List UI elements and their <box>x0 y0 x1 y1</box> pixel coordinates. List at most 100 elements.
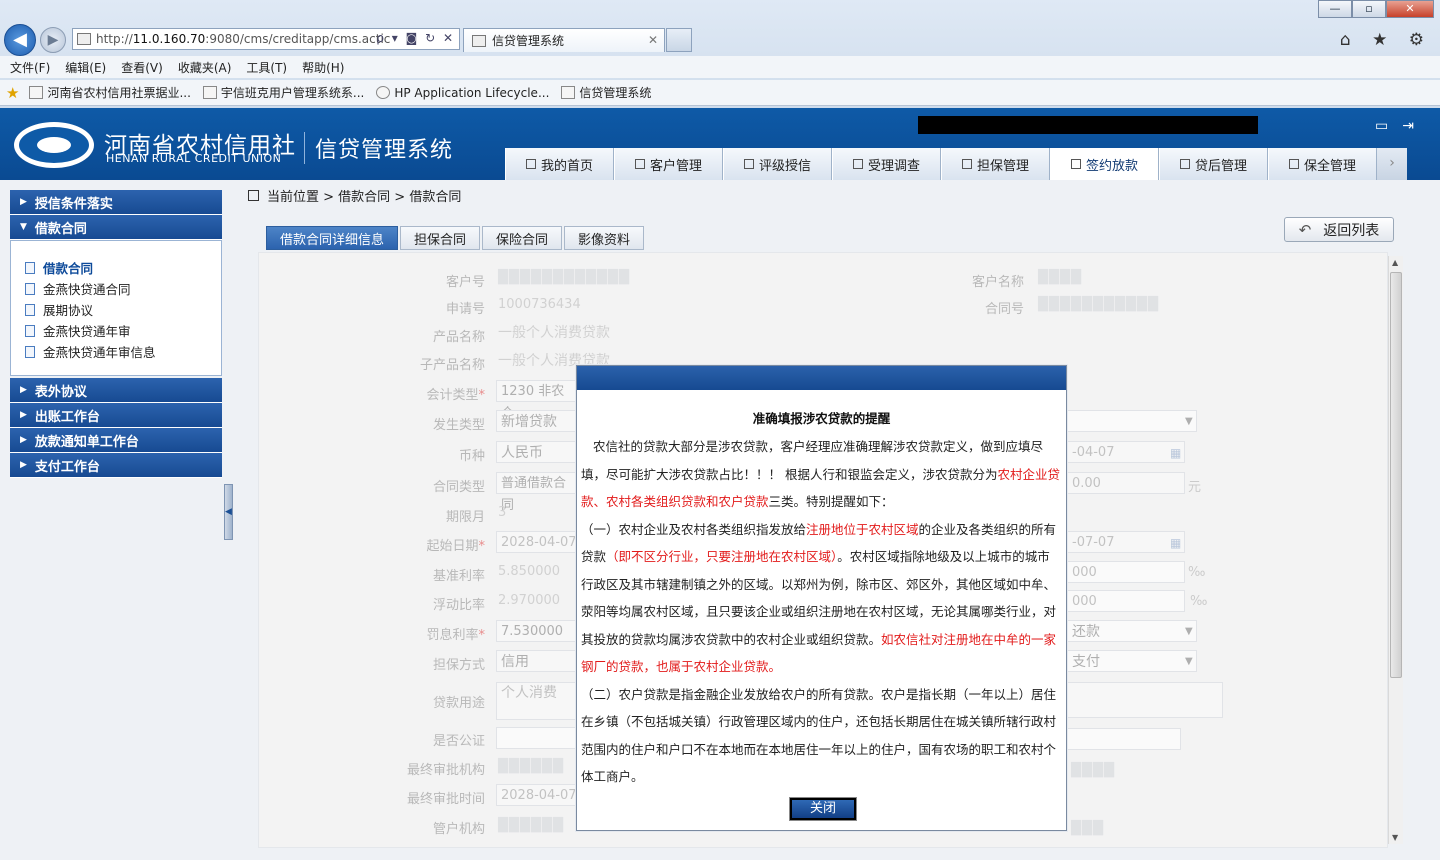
favorite-link[interactable]: HP Application Lifecycle... <box>376 86 549 100</box>
guarantee-icon <box>961 159 972 169</box>
address-bar[interactable]: http://11.0.160.70:9080/cms/creditapp/cm… <box>72 28 460 50</box>
page-icon <box>77 33 91 45</box>
text-run: 三类。特别提醒如下： <box>768 494 894 509</box>
nav-label: 客户管理 <box>649 158 702 174</box>
dialog-title-bar <box>577 366 1066 390</box>
dialog-paragraph-3: （二）农户贷款是指金融企业发放给农户的所有贷款。农户是指长期（一年以上）居住在乡… <box>581 681 1062 791</box>
reminder-dialog: 准确填报涉农贷款的提醒 农信社的贷款大部分是涉农贷款，客户经理应准确理解涉农贷款… <box>576 365 1067 831</box>
text-run: 农信社的贷款大部分是涉农贷款，客户经理应准确理解涉农贷款定义，做到应填尽填，尽可… <box>581 439 1044 482</box>
maximize-button[interactable]: ▫ <box>1352 0 1386 18</box>
nav-signing[interactable]: 签约放款 <box>1050 148 1159 180</box>
sidebar-section[interactable]: ▶ 支付工作台 <box>10 453 222 478</box>
survey-icon <box>852 159 863 169</box>
minimize-button[interactable]: — <box>1318 0 1352 18</box>
sidebar-item-annual-review-info[interactable]: 金燕快贷通年审信息 <box>25 341 221 362</box>
breadcrumb: 当前位置 > 借款合同 > 借款合同 <box>248 186 461 205</box>
favorites-star-icon[interactable]: ★ <box>6 84 19 102</box>
address-tools-icons[interactable]: ρ ▾ ◙ ↻ ✕ <box>376 31 455 45</box>
text-run: （二）农户贷款是指金融企业发放给农户的所有贷款。农户是指长期（一年以上）居住在乡… <box>581 686 1057 785</box>
brand-name-en: HENAN RURAL CREDIT UNION <box>106 152 282 165</box>
page-icon <box>202 86 217 99</box>
item-label: 展期协议 <box>43 303 94 318</box>
tab-contract-detail[interactable]: 借款合同详细信息 <box>266 226 399 250</box>
sidebar: ▶ 授信条件落实 ▼ 借款合同 借款合同 金燕快贷通合同 展期协议 金燕快贷通年审 … <box>10 190 222 478</box>
redacted-user-info <box>918 116 1258 134</box>
nav-postloan[interactable]: 贷后管理 <box>1159 148 1268 180</box>
header-icons[interactable]: ▭⇥ <box>1375 118 1428 134</box>
menu-tools[interactable]: 工具(T) <box>246 56 296 78</box>
sidebar-item-extension[interactable]: 展期协议 <box>25 299 221 320</box>
sidebar-item-annual-review[interactable]: 金燕快贷通年审 <box>25 320 221 341</box>
new-tab-button[interactable] <box>666 28 692 52</box>
section-label: 授信条件落实 <box>34 196 113 212</box>
favorite-link[interactable]: 宇信班克用户管理系统系... <box>202 84 364 101</box>
sidebar-section[interactable]: ▶ 放款通知单工作台 <box>10 428 222 453</box>
nav-label: 评级授信 <box>758 158 811 174</box>
browser-tab-active[interactable]: 信贷管理系统 ✕ <box>463 28 665 52</box>
tab-title: 信贷管理系统 <box>492 34 565 48</box>
hp-icon <box>376 86 391 99</box>
document-icon <box>25 303 35 316</box>
scroll-up-icon[interactable]: ▲ <box>1392 258 1398 267</box>
back-label: 返回列表 <box>1323 222 1380 239</box>
nav-survey[interactable]: 受理调查 <box>832 148 941 180</box>
home-favorites-settings-icons[interactable]: ⌂ ★ ⚙ <box>1340 30 1432 50</box>
sidebar-item-loan-contract[interactable]: 借款合同 <box>25 257 221 278</box>
sidebar-section[interactable]: ▶ 表外协议 <box>10 378 222 403</box>
favorite-link[interactable]: 信贷管理系统 <box>561 84 651 101</box>
scroll-thumb[interactable] <box>1390 272 1402 678</box>
tab-images[interactable]: 影像资料 <box>564 226 645 250</box>
back-button[interactable]: ◀ <box>4 24 36 56</box>
expand-arrow-icon: ▶ <box>20 435 27 445</box>
section-label: 出账工作台 <box>34 409 100 425</box>
menu-favorites[interactable]: 收藏夹(A) <box>178 56 241 78</box>
system-name: 信贷管理系统 <box>304 132 453 164</box>
signing-icon <box>1070 159 1081 169</box>
nav-home[interactable]: 我的首页 <box>505 148 614 180</box>
url-path: :9080/cms/creditapp/cms.actic <box>205 32 391 46</box>
nav-more-arrow[interactable]: › <box>1377 148 1407 180</box>
section-label: 放款通知单工作台 <box>34 434 139 450</box>
tab-close-icon[interactable]: ✕ <box>648 33 658 47</box>
nav-guarantee[interactable]: 担保管理 <box>941 148 1050 180</box>
favorite-label: 河南省农村信用社票据业... <box>47 86 191 100</box>
sidebar-item-jinyan-contract[interactable]: 金燕快贷通合同 <box>25 278 221 299</box>
nav-customer[interactable]: 客户管理 <box>614 148 723 180</box>
text-run-highlight: （即不区分行业，只要注册地在农村区域） <box>606 549 838 564</box>
menu-file[interactable]: 文件(F) <box>10 56 59 78</box>
favorite-label: HP Application Lifecycle... <box>394 85 550 100</box>
window-close-button[interactable]: ✕ <box>1386 0 1434 18</box>
url-host: 11.0.160.70 <box>132 32 206 46</box>
form-scrollbar[interactable]: ▲ ▼ <box>1388 256 1403 844</box>
top-nav: 我的首页 客户管理 评级授信 受理调查 担保管理 签约放款 贷后管理 保全管理 … <box>505 148 1407 180</box>
menu-view[interactable]: 查看(V) <box>121 56 172 78</box>
document-icon <box>25 282 35 295</box>
scroll-down-icon[interactable]: ▼ <box>1392 833 1398 842</box>
sidebar-section[interactable]: ▶ 授信条件落实 <box>10 190 222 215</box>
close-button[interactable]: 关闭 <box>789 797 857 821</box>
sidebar-section[interactable]: ▶ 出账工作台 <box>10 403 222 428</box>
forward-button[interactable]: ▶ <box>40 27 66 53</box>
item-label: 金燕快贷通合同 <box>43 282 131 297</box>
window-controls: — ▫ ✕ <box>1318 0 1434 18</box>
dialog-body: 农信社的贷款大部分是涉农贷款，客户经理应准确理解涉农贷款定义，做到应填尽填，尽可… <box>577 427 1066 791</box>
tab-guarantee-contract[interactable]: 担保合同 <box>400 226 481 250</box>
sidebar-section-open[interactable]: ▼ 借款合同 <box>10 215 222 240</box>
preservation-icon <box>1288 159 1299 169</box>
tab-insurance-contract[interactable]: 保险合同 <box>482 226 563 250</box>
favorite-link[interactable]: 河南省农村信用社票据业... <box>29 84 191 101</box>
nav-preservation[interactable]: 保全管理 <box>1268 148 1377 180</box>
back-to-list-button[interactable]: ↶ 返回列表 <box>1284 217 1394 242</box>
expand-arrow-icon: ▶ <box>20 197 27 207</box>
postloan-icon <box>1179 159 1190 169</box>
nav-label: 我的首页 <box>540 158 593 174</box>
sidebar-collapse-handle[interactable]: ◀ <box>224 484 233 540</box>
text-run-highlight: 注册地位于农村区域 <box>806 521 919 537</box>
favorite-label: 信贷管理系统 <box>579 86 652 100</box>
expand-arrow-icon: ▶ <box>20 460 27 470</box>
menu-help[interactable]: 帮助(H) <box>302 56 353 78</box>
menu-edit[interactable]: 编辑(E) <box>65 56 115 78</box>
item-label: 金燕快贷通年审 <box>43 324 131 339</box>
nav-rating[interactable]: 评级授信 <box>723 148 832 180</box>
expand-arrow-icon: ▶ <box>20 385 27 395</box>
